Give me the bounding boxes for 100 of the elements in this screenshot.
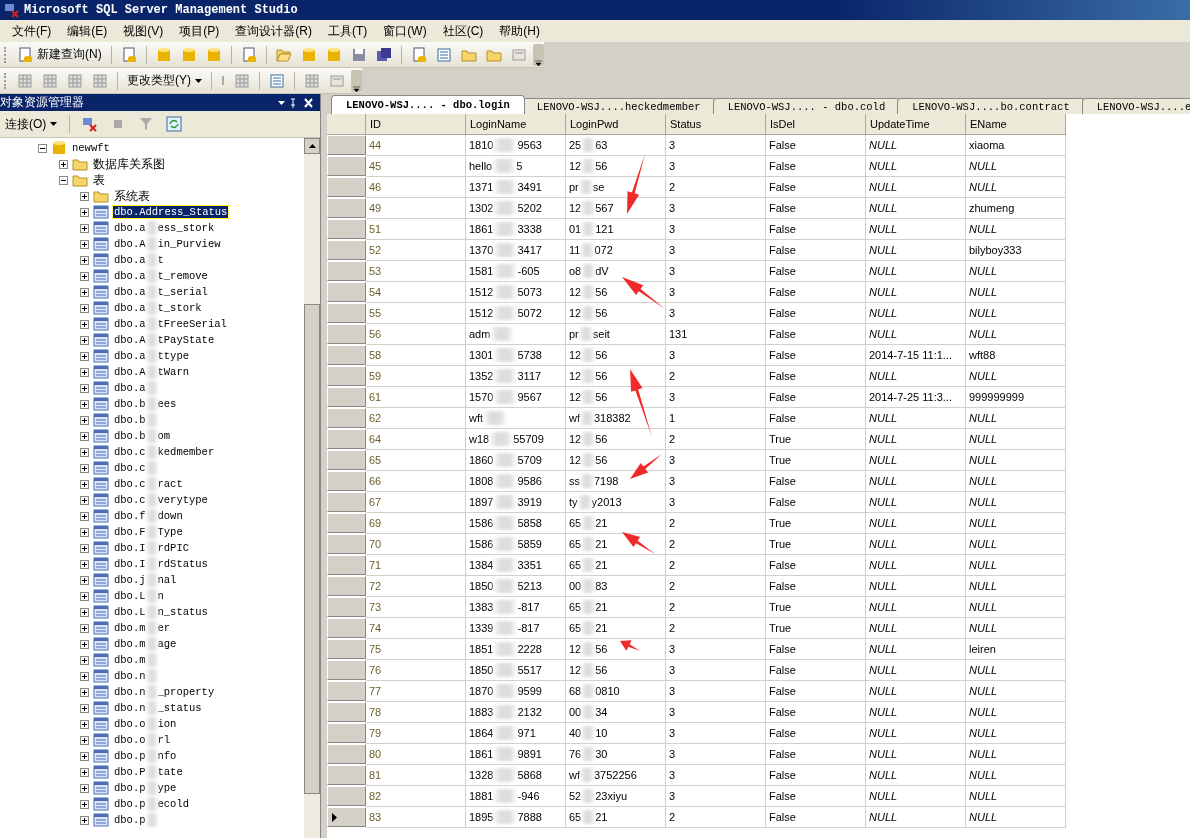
tree-item[interactable]: dbo.p [113, 813, 159, 827]
row-header[interactable] [327, 807, 366, 827]
menu-item[interactable]: 社区(C) [434, 22, 492, 40]
tree-item[interactable]: 系统表 [113, 187, 151, 205]
expand-toggle[interactable] [80, 303, 89, 313]
menu-item[interactable]: 帮助(H) [491, 22, 548, 40]
tree-item[interactable]: dbo.A tWarn [113, 365, 191, 379]
tree-item[interactable]: dbo.I rdPIC [113, 541, 191, 555]
tree-item[interactable]: dbo.a t_stork [113, 301, 203, 315]
expand-toggle[interactable] [80, 415, 89, 425]
expand-toggle[interactable] [80, 815, 89, 825]
expand-toggle[interactable] [80, 719, 89, 729]
tree-item[interactable]: dbo.j nal [113, 573, 178, 587]
expand-toggle[interactable] [80, 687, 89, 697]
expand-toggle[interactable] [80, 671, 89, 681]
expand-toggle[interactable] [80, 431, 89, 441]
expand-toggle[interactable] [80, 191, 89, 201]
document-tab[interactable]: LENOVO-WSJ....bo.contract [897, 98, 1085, 114]
tree-item[interactable]: dbo.a t [113, 253, 165, 267]
tree-item[interactable]: dbo.c ract [113, 477, 184, 491]
tree-item[interactable]: dbo.P tate [113, 765, 184, 779]
tree-item[interactable]: dbo.A tPayState [113, 333, 216, 347]
menu-item[interactable]: 文件(F) [4, 22, 60, 40]
expand-toggle[interactable] [80, 239, 89, 249]
expand-toggle[interactable] [80, 335, 89, 345]
document-tab[interactable]: LENOVO-WSJ.... - dbo.login [331, 95, 525, 114]
panel-controls-icon[interactable] [276, 96, 316, 109]
overflow-button[interactable] [351, 69, 362, 92]
tree-item[interactable]: dbo.L n_status [113, 605, 209, 619]
tree-item[interactable]: dbo.c kedmember [113, 445, 216, 459]
collapse-toggle[interactable] [38, 143, 47, 153]
expand-toggle[interactable] [80, 639, 89, 649]
expand-toggle[interactable] [80, 383, 89, 393]
overflow-button[interactable] [532, 43, 544, 66]
tree-item[interactable]: 数据库关系图 [92, 155, 166, 173]
tree-item[interactable]: dbo.p nfo [113, 749, 178, 763]
expand-toggle[interactable] [59, 159, 68, 169]
tree-item[interactable]: dbo.m age [113, 637, 178, 651]
expand-toggle[interactable] [80, 543, 89, 553]
expand-toggle[interactable] [80, 351, 89, 361]
expand-toggle[interactable] [80, 463, 89, 473]
tree-item[interactable]: dbo.n _property [113, 685, 216, 699]
menu-item[interactable]: 项目(P) [171, 22, 228, 40]
tree-item[interactable]: dbo.c verytype [113, 493, 209, 507]
menu-item[interactable]: 工具(T) [320, 22, 376, 40]
expand-toggle[interactable] [80, 751, 89, 761]
tree-item[interactable]: dbo.A in_Purview [113, 237, 222, 251]
expand-toggle[interactable] [80, 735, 89, 745]
tree-item[interactable]: dbo.n _status [113, 701, 203, 715]
column-header[interactable]: UpdateTime [866, 114, 966, 135]
tree-item[interactable]: dbo.a ess_stork [113, 221, 216, 235]
expand-toggle[interactable] [80, 367, 89, 377]
expand-toggle[interactable] [80, 479, 89, 489]
expand-toggle[interactable] [80, 207, 89, 217]
tree-item[interactable]: dbo.b [113, 413, 159, 427]
change-type-dropdown[interactable]: 更改类型(Y) [124, 71, 205, 90]
menu-item[interactable]: 编辑(E) [59, 22, 116, 40]
menu-item[interactable]: 窗口(W) [375, 22, 435, 40]
expand-toggle[interactable] [80, 575, 89, 585]
column-header[interactable]: EName [966, 114, 1066, 135]
menu-item[interactable]: 视图(V) [115, 22, 172, 40]
expand-toggle[interactable] [80, 495, 89, 505]
expand-toggle[interactable] [80, 607, 89, 617]
expand-toggle[interactable] [80, 447, 89, 457]
tree-item[interactable]: newwft [71, 142, 111, 154]
connect-dropdown[interactable]: 连接(O) [2, 114, 61, 134]
column-header[interactable]: LoginPwd [566, 114, 666, 135]
tree-item[interactable]: dbo.F Type [113, 525, 184, 539]
expand-toggle[interactable] [80, 783, 89, 793]
column-header[interactable]: ID [366, 114, 466, 135]
expand-toggle[interactable] [80, 287, 89, 297]
column-header[interactable]: LoginName [466, 114, 566, 135]
tree-item[interactable]: dbo.I rdStatus [113, 557, 209, 571]
tree-item[interactable]: dbo.a [113, 381, 159, 395]
expand-toggle[interactable] [80, 623, 89, 633]
tree-item[interactable]: dbo.a ttype [113, 349, 191, 363]
tree-item[interactable]: dbo.Address_Status [113, 206, 229, 218]
new-query-button[interactable]: 新建查询(N) [14, 45, 105, 64]
column-header[interactable]: Status [666, 114, 766, 135]
expand-toggle[interactable] [80, 591, 89, 601]
tree-item[interactable]: dbo.p ecold [113, 797, 191, 811]
expand-toggle[interactable] [80, 319, 89, 329]
tree-item[interactable]: dbo.m er [113, 621, 172, 635]
tree-item[interactable]: dbo.p ype [113, 781, 178, 795]
expand-toggle[interactable] [80, 223, 89, 233]
tree-item[interactable]: dbo.f down [113, 509, 184, 523]
expand-toggle[interactable] [80, 799, 89, 809]
grid-corner[interactable] [327, 114, 366, 135]
document-tab[interactable]: LENOVO-WSJ....e [1081, 98, 1190, 114]
expand-toggle[interactable] [80, 511, 89, 521]
expand-toggle[interactable] [80, 655, 89, 665]
column-header[interactable]: IsDel [766, 114, 866, 135]
tree-item[interactable]: dbo.b om [113, 429, 172, 443]
collapse-toggle[interactable] [59, 175, 68, 185]
tree-item[interactable]: 表 [92, 171, 106, 189]
tree-item[interactable]: dbo.n [113, 669, 159, 683]
expand-toggle[interactable] [80, 527, 89, 537]
tree-item[interactable]: dbo.a t_serial [113, 285, 209, 299]
expand-toggle[interactable] [80, 255, 89, 265]
menu-item[interactable]: 查询设计器(R) [227, 22, 320, 40]
